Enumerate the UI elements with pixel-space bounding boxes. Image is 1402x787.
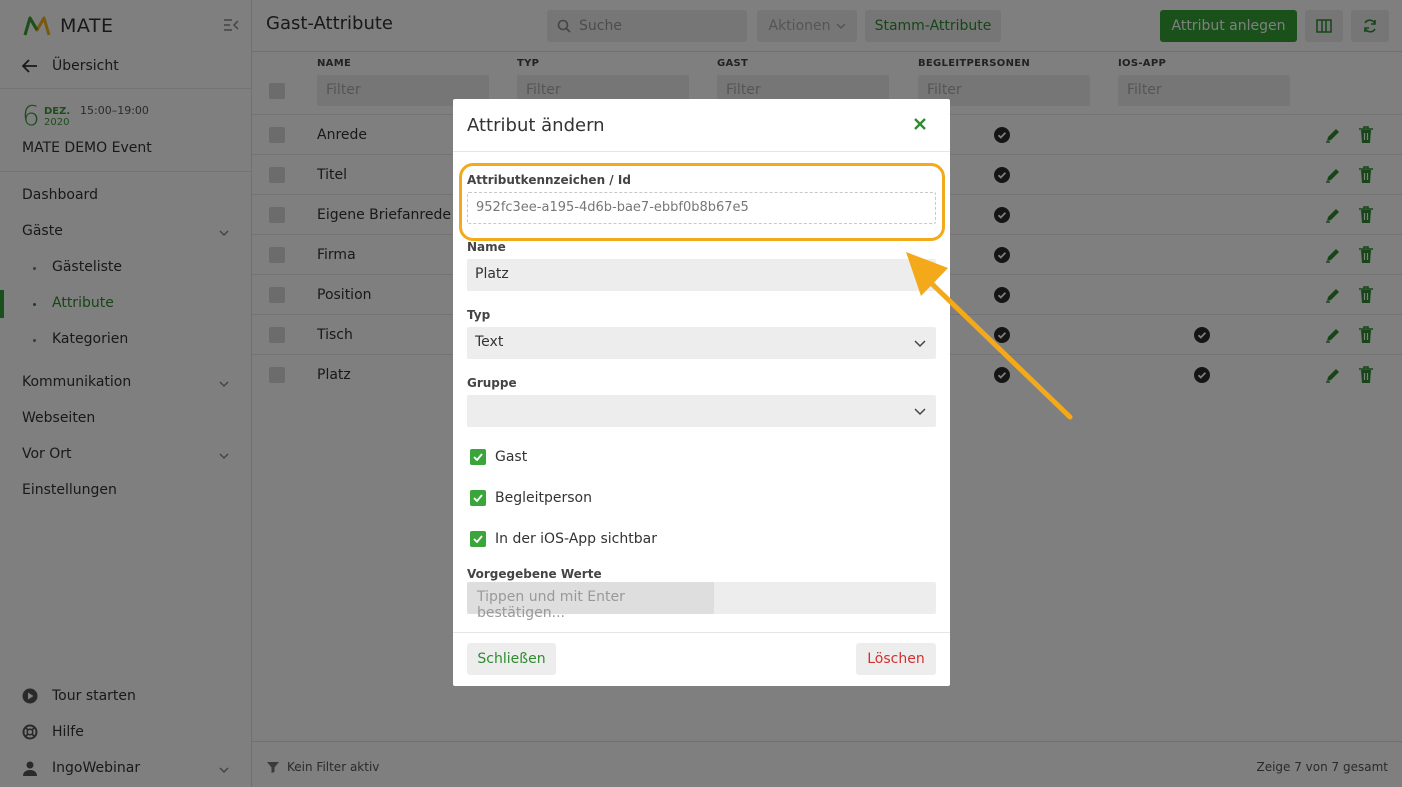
ios-visible-checkbox-label: In der iOS-App sichtbar: [495, 531, 657, 547]
gast-checkbox-label: Gast: [495, 449, 528, 465]
close-button[interactable]: Schließen: [467, 643, 556, 675]
name-label: Name: [467, 240, 506, 254]
gast-checkbox[interactable]: Gast: [470, 449, 527, 465]
close-icon[interactable]: [912, 116, 928, 132]
chevron-down-icon: [914, 340, 926, 348]
dialog-header: Attribut ändern: [453, 99, 950, 152]
values-label: Vorgegebene Werte: [467, 567, 602, 581]
typ-value: Text: [475, 334, 504, 350]
values-tag-input[interactable]: Tippen und mit Enter bestätigen...: [467, 582, 936, 621]
delete-button[interactable]: Löschen: [856, 643, 936, 675]
checkmark-icon: [470, 490, 486, 506]
typ-label: Typ: [467, 308, 491, 322]
gruppe-select[interactable]: [467, 395, 936, 427]
begleitperson-checkbox[interactable]: Begleitperson: [470, 490, 592, 506]
checkmark-icon: [470, 531, 486, 547]
begleitperson-checkbox-label: Begleitperson: [495, 490, 592, 506]
dialog-title: Attribut ändern: [467, 115, 605, 136]
values-placeholder: Tippen und mit Enter bestätigen...: [467, 582, 714, 621]
name-input[interactable]: Platz: [467, 259, 936, 291]
dialog-footer: Schließen Löschen: [453, 632, 950, 686]
typ-select[interactable]: Text: [467, 327, 936, 359]
gruppe-label: Gruppe: [467, 376, 517, 390]
checkmark-icon: [470, 449, 486, 465]
chevron-down-icon: [914, 408, 926, 416]
ios-visible-checkbox[interactable]: In der iOS-App sichtbar: [470, 531, 657, 547]
highlight-box: [459, 163, 945, 241]
